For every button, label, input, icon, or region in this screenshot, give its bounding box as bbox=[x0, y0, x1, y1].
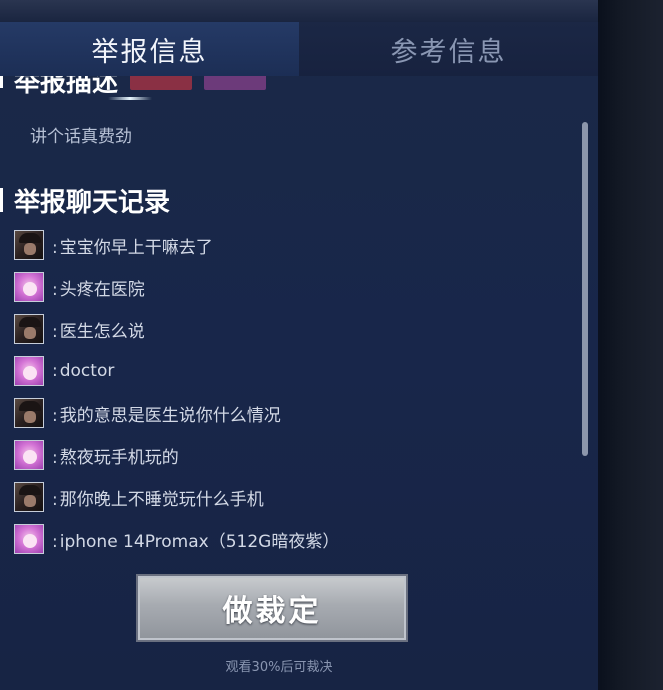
right-frame bbox=[598, 0, 663, 690]
pink-avatar-icon bbox=[14, 524, 44, 554]
make-verdict-button-label: 做裁定 bbox=[222, 594, 322, 629]
report-panel: 举报信息 参考信息 举报描述 讲个话真费劲 举报聊天记录 :宝宝你早上干嘛去了 bbox=[0, 22, 600, 690]
pink-avatar-icon bbox=[14, 272, 44, 302]
chat-message: : doctor bbox=[14, 350, 574, 392]
chat-message-text: : 熬夜玩手机玩的 bbox=[52, 447, 179, 468]
chat-message-text: : 医生怎么说 bbox=[52, 321, 145, 342]
report-review-screen: 举报信息 参考信息 举报描述 讲个话真费劲 举报聊天记录 :宝宝你早上干嘛去了 bbox=[0, 0, 663, 690]
tab-report-info[interactable]: 举报信息 bbox=[0, 22, 299, 76]
tab-bar: 举报信息 参考信息 bbox=[0, 22, 598, 76]
chat-message: : 医生怎么说 bbox=[14, 308, 574, 350]
dark-hooded-avatar-icon bbox=[14, 482, 44, 512]
chat-message: : 我的意思是医生说你什么情况 bbox=[14, 392, 574, 434]
pink-avatar-icon bbox=[14, 356, 44, 386]
chat-message-text: : doctor bbox=[52, 361, 115, 381]
chat-log-list: : 宝宝你早上干嘛去了 : 头疼在医院 : 医生怎么说 : doctor : 我的意思是医… bbox=[14, 224, 574, 560]
report-content-scroll[interactable]: 举报描述 讲个话真费劲 举报聊天记录 : 宝宝你早上干嘛去了 : 头疼在医院:… bbox=[0, 76, 580, 566]
chat-message: : 那你晚上不睡觉玩什么手机 bbox=[14, 476, 574, 518]
chat-message: : 宝宝你早上干嘛去了 bbox=[14, 224, 574, 266]
tab-reference-info[interactable]: 参考信息 bbox=[299, 22, 598, 76]
dark-hooded-avatar-icon bbox=[14, 230, 44, 260]
description-heading: 举报描述 bbox=[14, 76, 267, 99]
chat-message-text: : iphone 14Promax（512G暗夜紫） bbox=[52, 531, 340, 552]
chat-log-heading: 举报聊天记录 bbox=[14, 188, 171, 218]
chat-heading-marker bbox=[0, 188, 3, 212]
tag-badge-red bbox=[130, 76, 193, 90]
tag-badge-purple bbox=[204, 76, 267, 90]
chat-message: : 头疼在医院 bbox=[14, 266, 574, 308]
chat-message: : iphone 14Promax（512G暗夜紫） bbox=[14, 518, 574, 560]
content-scrollbar[interactable] bbox=[582, 122, 588, 456]
heading-marker bbox=[0, 76, 3, 88]
description-text: 讲个话真费劲 bbox=[30, 127, 132, 147]
pink-avatar-icon bbox=[14, 440, 44, 470]
chat-message-text: : 宝宝你早上干嘛去了 bbox=[52, 237, 213, 258]
dark-hooded-avatar-icon bbox=[14, 398, 44, 428]
top-strip bbox=[0, 0, 598, 23]
chat-message: : 熬夜玩手机玩的 bbox=[14, 434, 574, 476]
description-heading-text: 举报描述 bbox=[14, 76, 119, 98]
chat-message-text: : 我的意思是医生说你什么情况 bbox=[52, 405, 281, 426]
chat-message-text: : 头疼在医院 bbox=[52, 279, 145, 300]
dark-hooded-avatar-icon bbox=[14, 314, 44, 344]
make-verdict-button[interactable]: 做裁定 bbox=[136, 574, 408, 642]
verdict-hint-text: 观看30%后可裁决 bbox=[225, 660, 333, 675]
chat-message-text: : 那你晚上不睡觉玩什么手机 bbox=[52, 489, 264, 510]
heading-glow-decoration bbox=[108, 97, 152, 100]
